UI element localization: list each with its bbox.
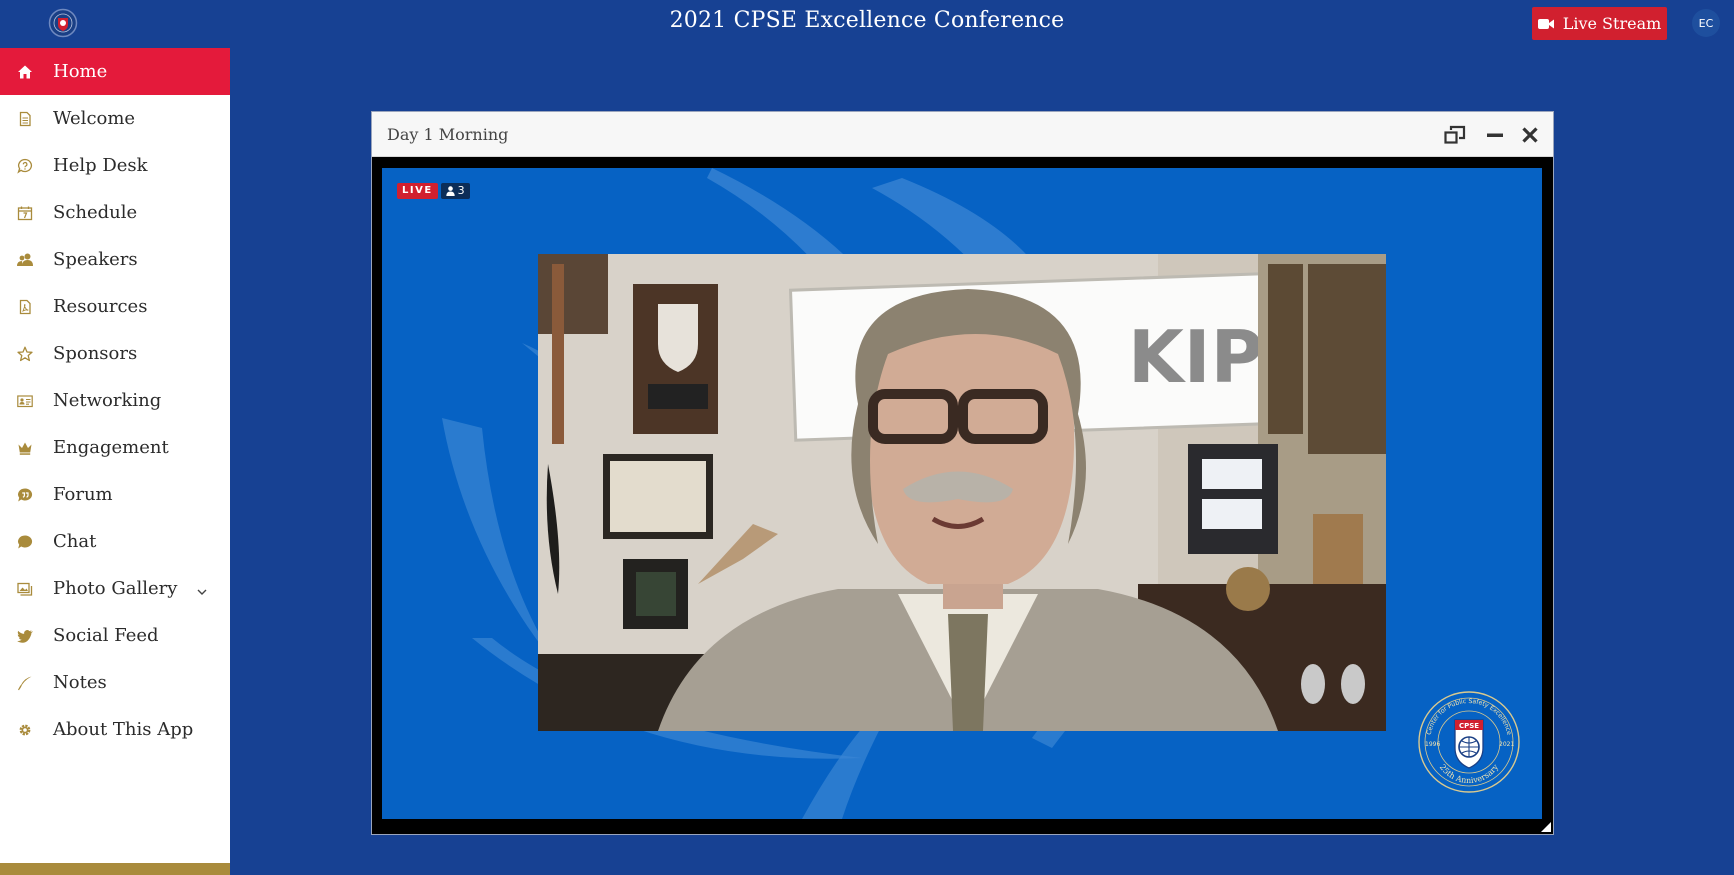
sidebar-item-label: Home: [53, 61, 108, 82]
live-stream-label: Live Stream: [1562, 14, 1662, 33]
sidebar-item-label: Social Feed: [53, 625, 159, 646]
seal-badge-text: CPSE: [1459, 722, 1479, 730]
sidebar-item-label: Notes: [53, 672, 107, 693]
sidebar-item-label: Networking: [53, 390, 162, 411]
sidebar-item-resources[interactable]: Resources: [0, 283, 230, 330]
app-title: 2021 CPSE Excellence Conference: [669, 8, 1065, 33]
sidebar-item-welcome[interactable]: Welcome: [0, 95, 230, 142]
sidebar-item-label: Speakers: [53, 249, 138, 270]
viewer-count-value: 3: [457, 184, 465, 197]
sidebar-item-label: Sponsors: [53, 343, 138, 364]
sidebar-item-forum[interactable]: Forum: [0, 471, 230, 518]
sidebar-item-label: Forum: [53, 484, 113, 505]
sidebar: Home Welcome Help Desk Schedule Speakers…: [0, 48, 230, 875]
user-avatar[interactable]: EC: [1692, 9, 1720, 37]
live-indicator: LIVE 3: [397, 183, 470, 199]
sidebar-item-chat[interactable]: Chat: [0, 518, 230, 565]
close-icon[interactable]: [1518, 124, 1542, 146]
cpse-anniversary-seal-icon: Center for Public Safety Excellence 25th…: [1418, 691, 1520, 793]
sidebar-item-label: Chat: [53, 531, 97, 552]
pencil-icon: [16, 674, 34, 692]
twitter-icon: [16, 627, 34, 645]
gear-icon: [16, 721, 34, 739]
sidebar-item-label: Resources: [53, 296, 148, 317]
sidebar-item-help-desk[interactable]: Help Desk: [0, 142, 230, 189]
live-tag: LIVE: [397, 183, 438, 199]
restore-window-icon[interactable]: [1443, 124, 1467, 146]
sidebar-item-photo-gallery[interactable]: Photo Gallery: [0, 565, 230, 612]
video-stream[interactable]: LIVE 3 KIPOL Center for Public Safety Ex…: [382, 168, 1542, 819]
speaker-video-feed: KIPOL: [538, 254, 1386, 731]
sidebar-item-label: About This App: [53, 719, 194, 740]
video-camera-icon: [1537, 18, 1554, 29]
seal-year-end: 2021: [1499, 741, 1514, 748]
sidebar-item-about-this-app[interactable]: About This App: [0, 706, 230, 753]
sidebar-item-label: Engagement: [53, 437, 169, 458]
star-icon: [16, 345, 34, 363]
sidebar-item-notes[interactable]: Notes: [0, 659, 230, 706]
chevron-down-icon[interactable]: [196, 582, 208, 595]
quote-bubble-icon: [16, 486, 34, 504]
chat-bubble-icon: [16, 533, 34, 551]
pdf-file-icon: [16, 298, 34, 316]
minimize-window-icon[interactable]: [1483, 124, 1507, 146]
resize-handle-icon[interactable]: [1541, 822, 1551, 832]
video-window[interactable]: Day 1 Morning LIVE 3 KIPOL Center for Pu…: [371, 111, 1554, 835]
sidebar-item-schedule[interactable]: Schedule: [0, 189, 230, 236]
sidebar-item-label: Schedule: [53, 202, 138, 223]
calendar-icon: [16, 204, 34, 222]
top-bar: 2021 CPSE Excellence Conference Live Str…: [0, 0, 1734, 47]
document-icon: [16, 110, 34, 128]
sidebar-item-social-feed[interactable]: Social Feed: [0, 612, 230, 659]
home-icon: [16, 63, 34, 81]
window-header[interactable]: Day 1 Morning: [372, 112, 1553, 157]
viewer-count: 3: [440, 183, 470, 199]
gallery-icon: [16, 580, 34, 598]
sidebar-item-networking[interactable]: Networking: [0, 377, 230, 424]
sidebar-item-speakers[interactable]: Speakers: [0, 236, 230, 283]
window-title: Day 1 Morning: [387, 124, 509, 144]
speaker-video-frame: KIPOL: [538, 254, 1386, 731]
sidebar-item-sponsors[interactable]: Sponsors: [0, 330, 230, 377]
help-bubble-icon: [16, 157, 34, 175]
sidebar-item-engagement[interactable]: Engagement: [0, 424, 230, 471]
users-icon: [16, 251, 34, 269]
user-icon: [445, 186, 455, 196]
live-stream-button[interactable]: Live Stream: [1532, 7, 1667, 40]
sidebar-footer: [0, 863, 230, 875]
seal-year-start: 1996: [1425, 741, 1440, 748]
id-card-icon: [16, 392, 34, 410]
crown-icon: [16, 439, 34, 457]
sidebar-item-label: Welcome: [53, 108, 136, 129]
sidebar-item-home[interactable]: Home: [0, 48, 230, 95]
sidebar-item-label: Help Desk: [53, 155, 148, 176]
sidebar-item-label: Photo Gallery: [53, 578, 178, 599]
